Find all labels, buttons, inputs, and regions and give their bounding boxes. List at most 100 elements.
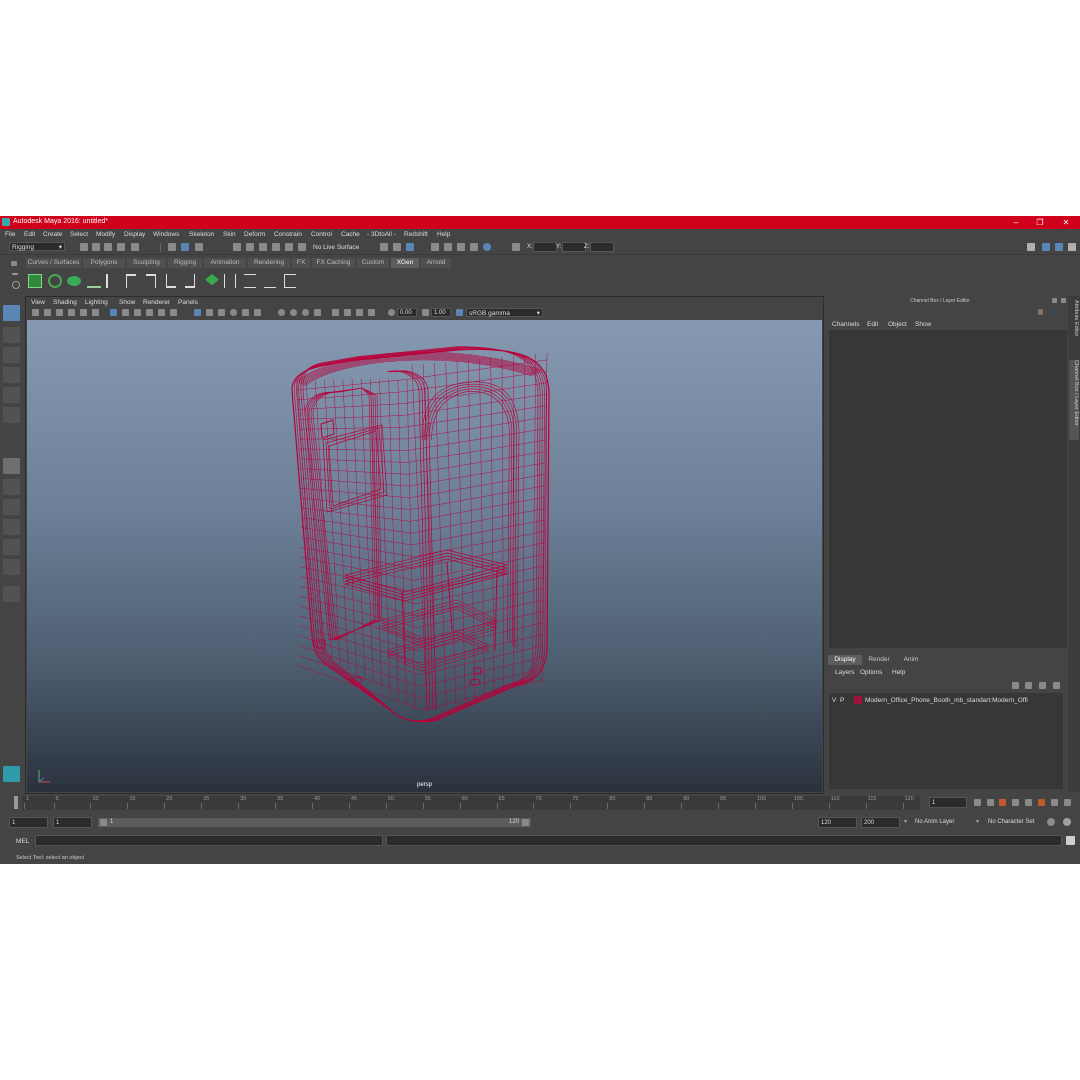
vp-menu-view[interactable]: View <box>31 299 45 306</box>
sculpt-guide-icon[interactable] <box>166 274 176 288</box>
persp-outliner-icon[interactable] <box>3 499 20 515</box>
anti-aliasing-icon[interactable] <box>254 309 261 316</box>
menu-redshift[interactable]: Redshift <box>404 231 428 238</box>
range-start-handle[interactable] <box>100 819 107 826</box>
current-time-marker[interactable] <box>14 796 18 809</box>
ambient-occlusion-icon[interactable] <box>230 309 237 316</box>
vp-menu-panels[interactable]: Panels <box>178 299 198 306</box>
safe-action-icon[interactable] <box>356 309 363 316</box>
float-panel-icon[interactable] <box>1052 298 1057 303</box>
maximize-button[interactable]: ❐ <box>1030 217 1050 228</box>
save-scene-icon[interactable] <box>104 243 112 251</box>
step-back-frame-icon[interactable] <box>987 799 994 806</box>
image-plane-icon[interactable] <box>68 309 75 316</box>
shelf-settings-icon[interactable] <box>12 281 20 289</box>
motion-blur-icon[interactable] <box>242 309 249 316</box>
toggle-tool-settings-icon[interactable] <box>1055 243 1063 251</box>
scale-tool-icon[interactable] <box>3 407 20 423</box>
char-set-arrow-icon[interactable]: ▾ <box>976 818 979 825</box>
menu-help[interactable]: Help <box>437 231 450 238</box>
smooth-icon[interactable] <box>264 274 276 288</box>
layout-more-icon[interactable] <box>3 586 20 602</box>
playback-end-field[interactable]: 120 <box>818 817 857 828</box>
menu-edit[interactable]: Edit <box>24 231 35 238</box>
menu-3dtoall[interactable]: - 3DtoAll - <box>367 231 396 238</box>
le-menu-options[interactable]: Options <box>860 669 882 676</box>
select-tool-icon[interactable] <box>3 305 20 321</box>
hypershade-icon[interactable] <box>483 243 491 251</box>
new-layer-from-selected-icon[interactable] <box>1053 682 1060 689</box>
phone-booth-wireframe[interactable] <box>27 320 822 792</box>
single-view-icon[interactable] <box>3 458 20 474</box>
snap-grid-icon[interactable] <box>233 243 241 251</box>
go-to-start-icon[interactable] <box>974 799 981 806</box>
open-scene-icon[interactable] <box>92 243 100 251</box>
create-description-icon[interactable] <box>48 274 62 288</box>
gamma-field[interactable]: 1.00 <box>431 308 451 317</box>
viewport-3d[interactable]: persp <box>27 320 822 792</box>
clear-preview-icon[interactable] <box>87 274 101 288</box>
layer-playback-toggle[interactable]: P <box>840 697 844 704</box>
snap-view-plane-icon[interactable] <box>272 243 280 251</box>
menu-modify[interactable]: Modify <box>96 231 115 238</box>
render-view-icon[interactable] <box>431 243 439 251</box>
preview-icon[interactable] <box>67 276 81 286</box>
select-hierarchy-icon[interactable] <box>168 243 176 251</box>
command-language-label[interactable]: MEL <box>16 838 29 845</box>
depth-of-field-icon[interactable] <box>278 309 285 316</box>
new-empty-layer-icon[interactable] <box>1039 682 1046 689</box>
snap-surface-icon[interactable] <box>285 243 293 251</box>
play-backwards-icon[interactable] <box>1012 799 1019 806</box>
tab-render[interactable]: Render <box>864 655 894 665</box>
vp-menu-shading[interactable]: Shading <box>53 299 77 306</box>
menu-skeleton[interactable]: Skeleton <box>189 231 214 238</box>
select-component-icon[interactable] <box>195 243 203 251</box>
guide-tool-icon[interactable] <box>126 274 136 288</box>
lasso-tool-icon[interactable] <box>3 327 20 343</box>
playback-start-field[interactable]: 1 <box>53 817 92 828</box>
color-management-icon[interactable] <box>456 309 463 316</box>
toggle-channel-box-icon[interactable] <box>1068 243 1076 251</box>
anim-layer-arrow-icon[interactable]: ▾ <box>904 818 907 825</box>
maya-home-icon[interactable] <box>3 766 20 782</box>
smooth-shade-icon[interactable] <box>122 309 129 316</box>
view-transform-dropdown[interactable]: sRGB gamma ▾ <box>466 308 543 317</box>
menu-windows[interactable]: Windows <box>153 231 179 238</box>
menu-deform[interactable]: Deform <box>244 231 265 238</box>
tab-fx-caching[interactable]: FX Caching <box>312 258 355 268</box>
x-field[interactable] <box>533 242 557 252</box>
film-gate-icon[interactable] <box>92 309 99 316</box>
close-panel-icon[interactable] <box>1061 298 1066 303</box>
range-end-handle[interactable] <box>522 819 529 826</box>
field-chart-icon[interactable] <box>344 309 351 316</box>
four-view-icon[interactable] <box>3 479 20 495</box>
animation-end-field[interactable]: 200 <box>861 817 900 828</box>
go-to-end-icon[interactable] <box>1064 799 1071 806</box>
menu-set-dropdown[interactable]: Rigging ▾ <box>9 242 65 251</box>
paint-select-tool-icon[interactable] <box>3 347 20 363</box>
gamma-icon[interactable] <box>422 309 429 316</box>
wireframe-on-shaded-icon[interactable] <box>134 309 141 316</box>
play-forwards-icon[interactable] <box>1025 799 1032 806</box>
layer-row[interactable]: V P Modern_Office_Phone_Booth_mb_standar… <box>829 696 1063 705</box>
tab-curves-surfaces[interactable]: Curves / Surfaces <box>26 258 81 268</box>
layers-icon[interactable] <box>205 274 219 286</box>
construction-history-icon[interactable] <box>406 243 414 251</box>
gate-mask-icon[interactable] <box>332 309 339 316</box>
tab-sculpting[interactable]: Sculpting <box>127 258 166 268</box>
le-menu-help[interactable]: Help <box>892 669 905 676</box>
input-history-icon[interactable] <box>380 243 388 251</box>
anim-layer-label[interactable]: No Anim Layer <box>915 819 954 825</box>
make-live-icon[interactable] <box>298 243 306 251</box>
new-scene-icon[interactable] <box>80 243 88 251</box>
step-forward-key-icon[interactable] <box>1038 799 1045 806</box>
safe-title-icon[interactable] <box>368 309 375 316</box>
tab-attribute-editor[interactable]: Attribute Editor <box>1069 300 1079 352</box>
redo-icon[interactable] <box>131 243 139 251</box>
modifiers-icon[interactable] <box>106 274 116 288</box>
comb-icon[interactable] <box>224 274 236 288</box>
close-button[interactable]: ✕ <box>1056 217 1076 228</box>
noise-icon[interactable] <box>284 274 296 288</box>
exposure-icon[interactable] <box>388 309 395 316</box>
minimize-button[interactable]: – <box>1006 217 1026 228</box>
